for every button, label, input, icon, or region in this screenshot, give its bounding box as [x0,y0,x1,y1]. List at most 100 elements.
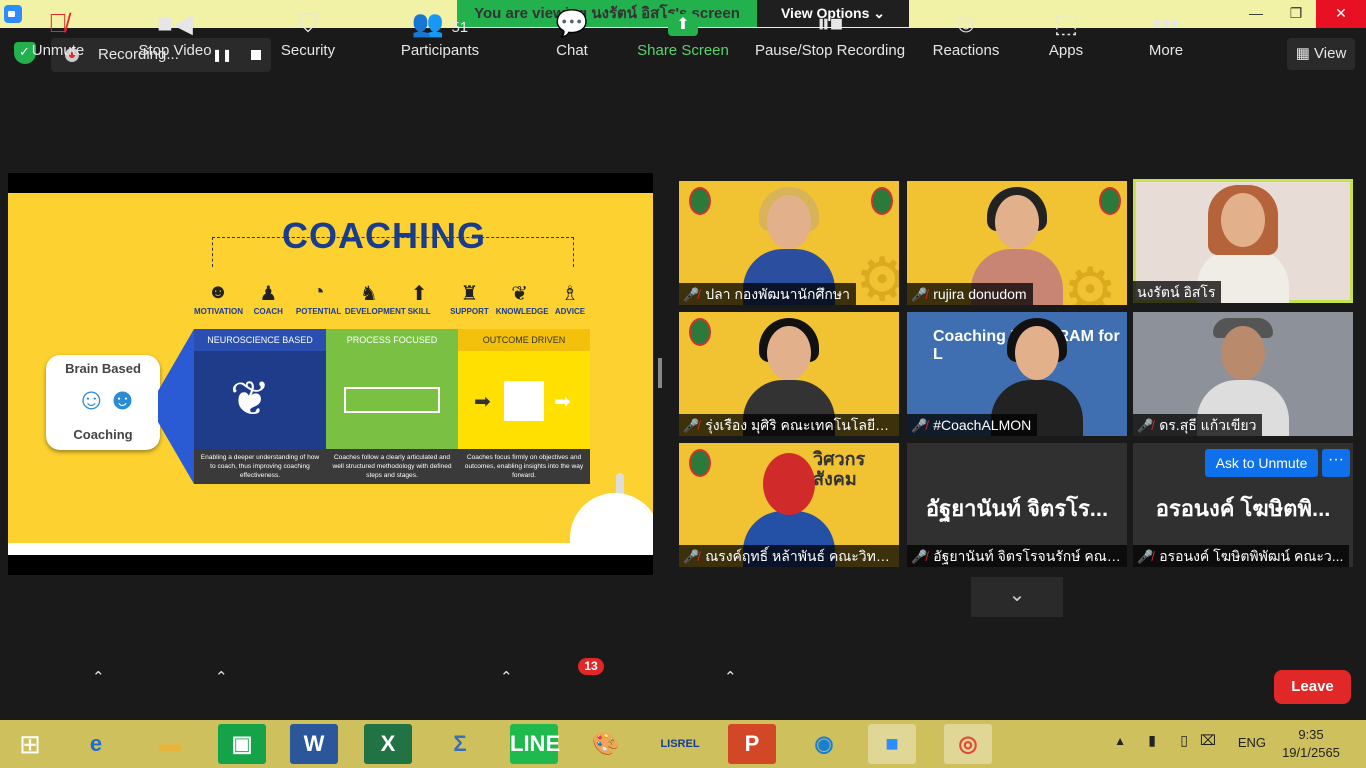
store-icon[interactable]: ▣ [218,724,266,764]
mic-muted-icon: 🎤̸ [683,287,700,302]
participant-name: 🎤̸ rujira donudom [907,283,1033,305]
chrome-icon[interactable]: ◎ [944,724,992,764]
zoom-taskbar-icon[interactable]: ■ [868,724,916,764]
word-icon[interactable]: W [290,724,338,764]
reactions-button[interactable]: ☺ Reactions [930,4,1002,59]
battery-icon[interactable]: ▯ [1180,732,1188,749]
column-neuroscience: NEUROSCIENCE BASED ❦ Enabling a deeper u… [194,329,326,484]
icon-coach: ♟ COACH [244,281,292,316]
math-input-icon[interactable]: Σ [436,724,484,764]
security-button[interactable]: ⛉ Security [276,4,340,59]
process-arrow-icon [344,387,440,413]
participants-button[interactable]: 👥 51 Participants [398,4,482,59]
line-icon[interactable]: LINE [510,724,560,764]
participant-tile-active-speaker[interactable]: นงรัตน์ อิสโร [1133,179,1353,303]
more-options-button[interactable]: ··· [1322,449,1350,477]
participant-name: 🎤̸ ณรงค์ฤทธิ์ หล้าพันธ์ คณะวิทย... [679,545,899,567]
shared-screen: COACHING ☻ MOTIVATION ♟ COACH ◔ POTENTIAL ♞… [8,173,653,575]
coach-icon: ♟ [259,283,278,305]
chat-button[interactable]: 💬 Chat [548,4,596,59]
mic-muted-icon: 🎤̸ [683,418,700,433]
participant-tile[interactable]: 🎤̸ รุ่งเรือง มุศิริ คณะเทคโนโลยีอุต... [679,312,899,436]
mic-muted-icon: 🎤̸ [1137,418,1154,433]
people-icon: ♜ [460,283,479,305]
icon-support: ♜ SUPPORT [445,281,493,316]
mic-muted-icon: 🎤̸ [911,549,928,564]
view-label: View [1314,45,1347,62]
arrow-right-icon: ➡ [474,391,491,413]
next-page-chevron-icon[interactable]: ⌄ [971,577,1063,617]
slide-bottom-bar [8,543,653,555]
pause-stop-recording-button[interactable]: ⏸⏹ Pause/Stop Recording [752,4,908,59]
ask-to-unmute-button[interactable]: Ask to Unmute [1205,449,1318,477]
mic-muted-icon: 🎤̸ [911,287,928,302]
participant-tile[interactable]: ⚙ 🎤̸ rujira donudom [907,181,1127,305]
powerpoint-icon[interactable]: P [728,724,776,764]
column-outcome: OUTCOME DRIVEN ➡ ➡ Coaches focus firmly … [458,329,590,484]
lisrel-icon[interactable]: LISREL [656,724,704,764]
stop-video-button[interactable]: ■◀ Stop Video [134,4,216,59]
unmute-button[interactable]: 🎙̸ Unmute [24,4,92,59]
icon-advice: ♗ ADVICE [546,281,594,316]
chat-bubble-icon: 💬 [555,8,589,38]
windows-start-icon[interactable]: ⊞ [0,720,60,768]
language-indicator[interactable]: ENG [1238,735,1266,750]
participant-tile-no-video[interactable]: อัฐยานันท์ จิตรโร... 🎤̸ อัฐยานันท์ จิตรโร… [907,443,1127,567]
share-screen-button[interactable]: ⬆ Share Screen [636,4,730,59]
minimize-icon[interactable]: — [1236,0,1276,28]
stop-recording-button[interactable] [241,38,271,72]
participant-name: 🎤̸ ดร.สุธี แก้วเขียว [1133,414,1263,436]
university-crest-icon [689,187,711,215]
paint-icon[interactable]: 🎨 [582,724,630,764]
gauge-icon: ◔ [312,281,325,303]
outcome-box [504,381,544,421]
participant-tile[interactable]: 🎤̸ ดร.สุธี แก้วเขียว [1133,312,1353,436]
participant-tile[interactable]: วิศวกร สังคม 🎤̸ ณรงค์ฤทธิ์ หล้าพันธ์ คณะวิ… [679,443,899,567]
column-process: PROCESS FOCUSED Coaches follow a clearly… [326,329,458,484]
audio-options-caret[interactable]: ⌃ [92,668,105,686]
gear-icon: ⚙ [855,246,899,305]
view-button[interactable]: ▦ View [1287,38,1355,70]
excel-icon[interactable]: X [364,724,412,764]
apps-button[interactable]: ⬚ Apps [1040,4,1092,59]
close-icon[interactable]: ✕ [1316,0,1366,28]
participant-name: 🎤̸ #CoachALMON [907,414,1038,436]
participants-icon: 👥 [411,8,445,38]
participant-display-name: อรอนงค์ โฆษิตพิ... [1155,496,1331,521]
brain-outline-icon: ❦ [230,373,271,426]
coaching-slide: COACHING ☻ MOTIVATION ♟ COACH ◔ POTENTIAL ♞… [8,193,653,555]
participant-tile[interactable]: Coaching PROGRAM for L 🎤̸#CoachALMON [907,312,1127,436]
brain-based-coaching-card: Brain Based ☺☻ Coaching [46,355,160,450]
icon-skill: ⬆ SKILL [395,281,443,316]
icon-motivation: ☻ MOTIVATION [194,281,244,316]
running-icon: ♞ [359,283,378,305]
coaching-icons-row: ☻ MOTIVATION ♟ COACH ◔ POTENTIAL ♞ DEVELOPME… [194,281,594,316]
coaching-label: Coaching [73,427,133,442]
ellipsis-icon: ••• [1152,8,1180,38]
more-button[interactable]: ••• More [1142,4,1190,59]
leave-button[interactable]: Leave [1274,670,1351,704]
edge-icon[interactable]: ◉ [800,724,848,764]
slide-title: COACHING [282,215,486,256]
maximize-icon[interactable]: ❐ [1276,0,1316,28]
video-options-caret[interactable]: ⌃ [215,668,228,686]
arrow-right-icon: ➡ [554,391,571,413]
mic-muted-icon: 🎤̸ [683,549,700,564]
participant-name: 🎤̸ ปลา กองพัฒนานักศึกษา [679,283,856,305]
participants-options-caret[interactable]: ⌃ [500,668,513,686]
participant-tile[interactable]: ⚙ 🎤̸ ปลา กองพัฒนานักศึกษา [679,181,899,305]
tray-expand-icon[interactable]: ▲ [1114,734,1126,748]
university-crest-icon [689,318,711,346]
motivation-icon: ☻ [207,281,229,303]
smiley-icon: ☺ [952,8,980,38]
network-error-icon[interactable]: ⌧ [1200,732,1216,749]
signal-icon[interactable]: ▮ [1148,732,1156,749]
clock[interactable]: 9:35 19/1/2565 [1276,726,1346,762]
share-options-caret[interactable]: ⌃ [724,668,737,686]
participant-name: นงรัตน์ อิสโร [1133,281,1222,303]
file-explorer-icon[interactable]: ▬ [146,724,194,764]
split-view-handle[interactable] [658,358,662,388]
participant-name: 🎤̸ รุ่งเรือง มุศิริ คณะเทคโนโลยีอุต... [679,414,899,436]
internet-explorer-icon[interactable]: e [72,724,120,764]
zoom-logo-icon [4,5,22,23]
